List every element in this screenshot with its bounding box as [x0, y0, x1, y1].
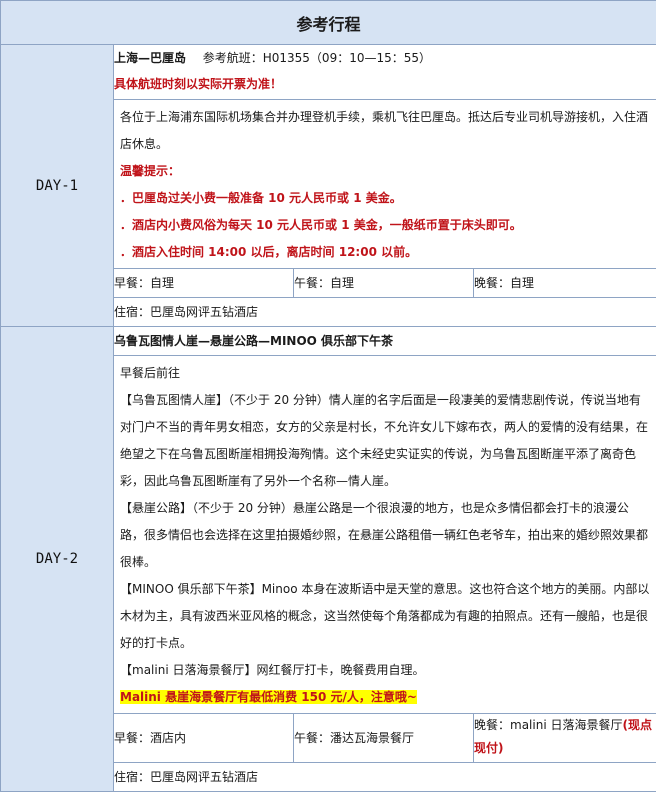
day2-dinner-cell: 晚餐：malini 日落海景餐厅(现点现付) — [472, 713, 656, 763]
day1-flight-note: 具体航班时刻以实际开票为准！ — [114, 77, 283, 91]
title-row: 参考行程 — [0, 0, 656, 45]
day1-tip-3: ．酒店入住时间 14:00 以后，离店时间 12:00 以前。 — [120, 245, 418, 259]
day2-p1-text: （不少于 20 分钟）情人崖的名字后面是一段凄美的爱情悲剧传说，传说当地有对门户… — [120, 393, 649, 488]
day1-tip-2: ．酒店内小费风俗为每天 10 元人民币或 1 美金，一般纸币置于床头即可。 — [120, 218, 522, 232]
page-title: 参考行程 — [0, 0, 656, 45]
day2-route-row: DAY-2 乌鲁瓦图情人崖—悬崖公路—MINOO 俱乐部下午茶 — [0, 326, 656, 792]
day2-dinner: 晚餐：malini 日落海景餐厅 — [474, 718, 623, 732]
day2-p2-title: 【悬崖公路】 — [120, 501, 193, 515]
day1-label: DAY-1 — [0, 44, 114, 327]
day1-intro: 各位于上海浦东国际机场集合并办理登机手续，乘机飞往巴厘岛。抵达后专业司机导游接机… — [120, 110, 649, 151]
day2-p4-text: 网红餐厅打卡，晚餐费用自理。 — [256, 663, 425, 677]
day1-flight: 参考航班：H01355（09：10—15：55） — [202, 51, 432, 65]
day2-label: DAY-2 — [0, 326, 114, 792]
day2-p2-text: （不少于 20 分钟）悬崖公路是一个很浪漫的地方，也是众多情侣都会打卡的浪漫公路… — [120, 501, 649, 569]
day2-line1: 早餐后前往 — [120, 366, 181, 380]
itinerary-table: 参考行程 DAY-1 上海—巴厘岛 参考航班：H01355（09：10—15：5… — [0, 0, 656, 792]
day2-p4-title: 【malini 日落海景餐厅】 — [120, 663, 257, 677]
day2-detail: 早餐后前往 【乌鲁瓦图情人崖】（不少于 20 分钟）情人崖的名字后面是一段凄美的… — [114, 356, 656, 713]
day1-route-line: 上海—巴厘岛 参考航班：H01355（09：10—15：55） — [114, 45, 656, 71]
day2-breakfast: 早餐：酒店内 — [113, 713, 294, 763]
day2-para-1: 【乌鲁瓦图情人崖】（不少于 20 分钟）情人崖的名字后面是一段凄美的爱情悲剧传说… — [120, 387, 650, 495]
day1-dinner: 晚餐：自理 — [472, 268, 656, 298]
day1-route: 上海—巴厘岛 — [114, 51, 187, 65]
day2-p3-title: 【MINOO 俱乐部下午茶】 — [120, 582, 262, 596]
day2-notice: Malini 悬崖海景餐厅有最低消费 150 元/人，注意哦~ — [120, 690, 417, 704]
day2-notice-line: Malini 悬崖海景餐厅有最低消费 150 元/人，注意哦~ — [120, 684, 650, 711]
day2-para-3: 【MINOO 俱乐部下午茶】Minoo 本身在波斯语中是天堂的意思。这也符合这个… — [120, 576, 650, 657]
day1-detail: 各位于上海浦东国际机场集合并办理登机手续，乘机飞往巴厘岛。抵达后专业司机导游接机… — [114, 100, 656, 268]
day2-para-4: 【malini 日落海景餐厅】网红餐厅打卡，晚餐费用自理。 — [120, 657, 650, 684]
day1-stay: 住宿：巴厘岛网评五钻酒店 — [112, 297, 656, 327]
day2-lunch: 午餐：潘达瓦海景餐厅 — [293, 713, 474, 763]
day1-breakfast: 早餐：自理 — [113, 268, 294, 298]
day2-stay: 住宿：巴厘岛网评五钻酒店 — [112, 762, 656, 792]
day1-lunch: 午餐：自理 — [293, 268, 474, 298]
day2-p1-title: 【乌鲁瓦图情人崖】 — [120, 393, 229, 407]
day1-tips-title: 温馨提示： — [120, 164, 181, 178]
day1-tip-1: ．巴厘岛过关小费一般准备 10 元人民币或 1 美金。 — [120, 191, 402, 205]
day2-route: 乌鲁瓦图情人崖—悬崖公路—MINOO 俱乐部下午茶 — [114, 334, 394, 348]
day2-para-2: 【悬崖公路】（不少于 20 分钟）悬崖公路是一个很浪漫的地方，也是众多情侣都会打… — [120, 495, 650, 576]
day1-route-row: DAY-1 上海—巴厘岛 参考航班：H01355（09：10—15：55） 具体… — [0, 44, 656, 327]
